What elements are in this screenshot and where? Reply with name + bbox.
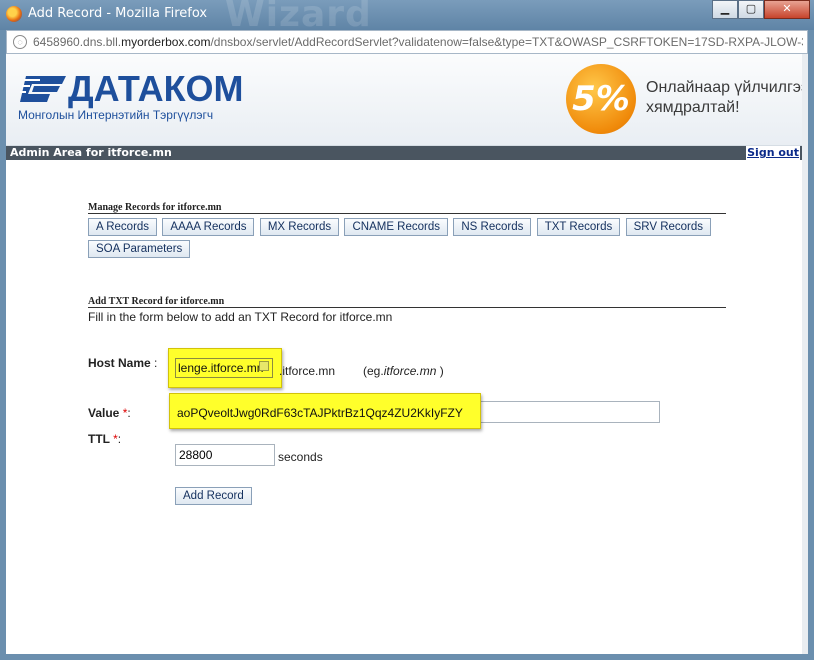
ttl-input[interactable]: 28800 (175, 444, 275, 466)
window-titlebar: Wizard Add Record - Mozilla Firefox ▁ ▢ … (0, 0, 814, 35)
window-controls: ▁ ▢ ✕ (712, 0, 810, 19)
host-example: (eg.itforce.mn ) (363, 364, 444, 378)
sign-out-link[interactable]: Sign out (746, 146, 800, 160)
divider (88, 213, 726, 214)
close-button[interactable]: ✕ (764, 0, 810, 19)
address-url[interactable]: 6458960.dns.bll.myorderbox.com/dnsbox/se… (33, 35, 803, 49)
host-suffix: .itforce.mn (279, 364, 336, 378)
add-record-button[interactable]: Add Record (175, 487, 252, 505)
logo-tagline: Монголын Интернэтийн Тэргүүлэгч (18, 108, 214, 122)
tab-txt-records[interactable]: TXT Records (536, 218, 621, 236)
tab-soa-parameters[interactable]: SOA Parameters (88, 240, 191, 258)
tab-mx-records[interactable]: MX Records (259, 218, 340, 236)
admin-area-title: Admin Area for itforce.mn (10, 146, 172, 159)
value-label: Value *: (88, 406, 131, 420)
promo-text[interactable]: Онлайнаар үйлчилгээ хямдралтай! (646, 78, 808, 118)
window-title: Add Record - Mozilla Firefox (28, 6, 208, 21)
ttl-unit: seconds (278, 450, 323, 464)
vertical-scrollbar[interactable] (802, 54, 808, 654)
divider (88, 307, 726, 308)
manage-records-title: Manage Records for itforce.mn (88, 202, 222, 213)
discount-badge[interactable]: 5% (566, 64, 636, 134)
form-instructions: Fill in the form below to add an TXT Rec… (88, 310, 393, 324)
ttl-label: TTL *: (88, 432, 122, 446)
tab-a-records[interactable]: A Records (88, 218, 158, 236)
minimize-button[interactable]: ▁ (712, 0, 738, 19)
page-content: ДАТАКОМ Монголын Интернэтийн Тэргүүлэгч … (6, 54, 808, 654)
add-record-title: Add TXT Record for itforce.mn (88, 296, 225, 307)
logo-text[interactable]: ДАТАКОМ (68, 68, 244, 110)
autocomplete-icon[interactable] (259, 361, 269, 371)
globe-icon: ◌ (13, 35, 27, 49)
tab-ns-records[interactable]: NS Records (453, 218, 532, 236)
tab-cname-records[interactable]: CNAME Records (344, 218, 449, 236)
address-bar[interactable]: ◌ 6458960.dns.bll.myorderbox.com/dnsbox/… (6, 30, 808, 54)
admin-bar: Admin Area for itforce.mn Sign out (6, 146, 808, 160)
firefox-icon (6, 6, 22, 22)
value-input[interactable]: aoPQveoltJwg0RdF63cTAJPktrBz1Qqz4ZU2KkIy… (177, 406, 463, 420)
record-type-tabs: A Records AAAA Records MX Records CNAME … (88, 218, 728, 262)
maximize-button[interactable]: ▢ (738, 0, 764, 19)
datacom-logo-icon (20, 76, 66, 102)
host-name-label: Host Name : (88, 356, 158, 370)
tab-srv-records[interactable]: SRV Records (625, 218, 712, 236)
tab-aaaa-records[interactable]: AAAA Records (162, 218, 255, 236)
site-header: ДАТАКОМ Монголын Интернэтийн Тэргүүлэгч … (6, 54, 808, 146)
